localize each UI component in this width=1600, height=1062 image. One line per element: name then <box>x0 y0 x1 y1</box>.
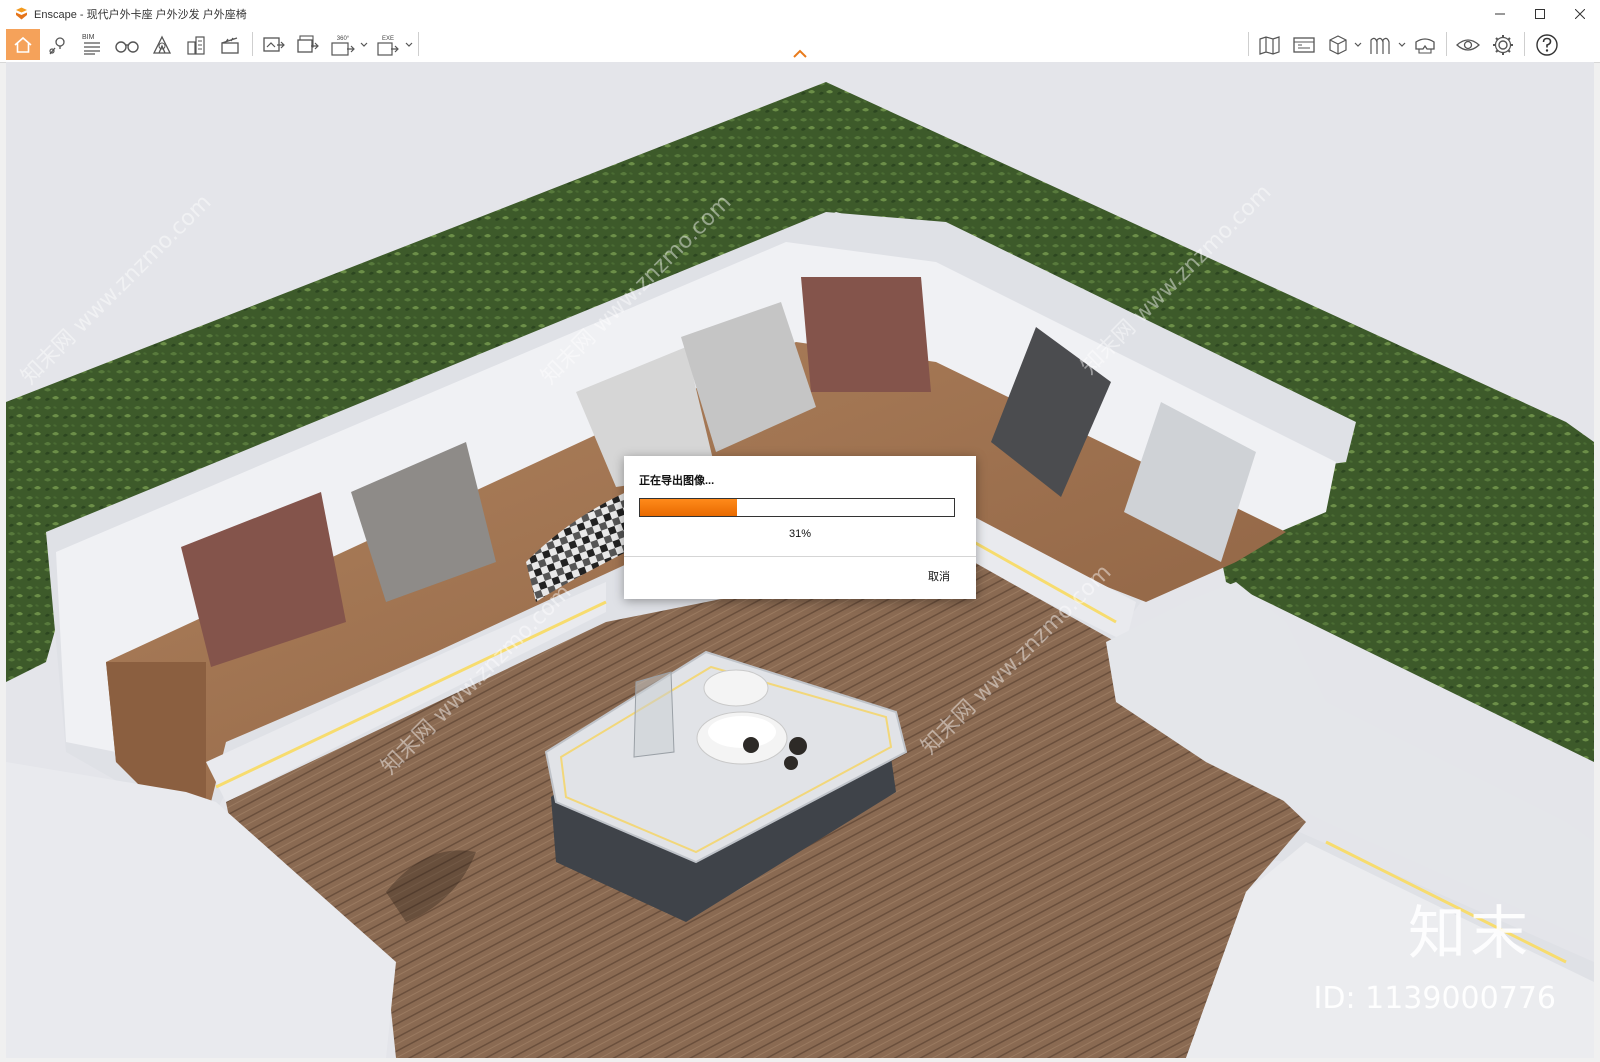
eye-icon <box>1456 38 1480 51</box>
settings-gear-icon <box>1493 34 1513 55</box>
toolbar-divider <box>1524 32 1525 56</box>
visibility-button[interactable] <box>1452 29 1484 60</box>
screenshot-export-icon <box>263 36 285 52</box>
material-icon <box>1370 37 1390 54</box>
location-pin-icon <box>49 36 65 54</box>
enscape-window: Enscape - 现代户外卡座 户外沙发 户外座椅 BIM 360° EXE … <box>0 0 1600 1062</box>
toolbar-divider <box>252 32 253 56</box>
minimize-icon <box>1495 13 1505 14</box>
title-bar: Enscape - 现代户外卡座 户外沙发 户外座椅 <box>0 0 1600 27</box>
progress-percent: 31% <box>788 528 812 540</box>
exe-export-button[interactable]: EXE <box>374 29 402 60</box>
batch-export-button[interactable] <box>294 29 322 60</box>
panorama-export-icon <box>331 41 355 56</box>
watermark-id: ID: 1139000776 <box>1313 981 1556 1016</box>
toolbar-divider <box>1248 32 1249 56</box>
asset-library-button[interactable] <box>1290 29 1318 60</box>
binoculars-icon <box>115 40 139 53</box>
bim-label: BIM <box>82 34 95 41</box>
home-button[interactable] <box>6 29 40 60</box>
minimize-button[interactable] <box>1480 0 1520 27</box>
bim-icon <box>84 42 100 55</box>
maximize-icon <box>1535 8 1545 19</box>
exe-export-icon <box>377 41 399 56</box>
watermark-logo: 知末 <box>1407 899 1532 967</box>
cube-view-button[interactable] <box>1324 29 1352 60</box>
window-title: Enscape - 现代户外卡座 户外沙发 户外座椅 <box>34 8 247 21</box>
export-progress-dialog: 正在导出图像... 31% 取消 <box>624 456 976 599</box>
chevron-up-icon[interactable] <box>793 49 807 58</box>
close-icon <box>1575 8 1585 19</box>
help-icon <box>1536 33 1558 56</box>
batch-export-icon <box>297 34 319 53</box>
clapperboard-icon <box>221 36 239 54</box>
dialog-title: 正在导出图像... <box>639 475 715 487</box>
progress-fill <box>640 499 738 516</box>
panorama-dropdown-icon[interactable] <box>360 41 368 49</box>
bim-button[interactable]: BIM <box>78 29 106 60</box>
dialog-divider <box>624 556 976 557</box>
tent-icon <box>152 35 172 54</box>
material-dropdown-icon[interactable] <box>1398 41 1406 49</box>
enscape-toolbar: BIM 360° EXE <box>0 27 1600 63</box>
buildings-button[interactable] <box>182 29 210 60</box>
settings-button[interactable] <box>1488 29 1518 60</box>
enscape-logo-icon <box>14 7 28 21</box>
close-button[interactable] <box>1560 0 1600 27</box>
progress-bar <box>639 498 955 517</box>
binoculars-button[interactable] <box>112 29 142 60</box>
exe-dropdown-icon[interactable] <box>405 41 413 49</box>
home-icon <box>14 36 32 53</box>
screenshot-export-button[interactable] <box>260 29 288 60</box>
material-button[interactable] <box>1366 29 1396 60</box>
buildings-icon <box>187 35 205 55</box>
vr-headset-icon <box>1415 37 1435 54</box>
tent-button[interactable] <box>148 29 176 60</box>
cube-view-icon <box>1329 34 1347 55</box>
cube-view-dropdown-icon[interactable] <box>1354 41 1362 49</box>
vr-headset-button[interactable] <box>1410 29 1440 60</box>
cancel-button[interactable]: 取消 <box>928 568 950 584</box>
clapperboard-button[interactable] <box>216 29 244 60</box>
toolbar-divider <box>418 32 419 56</box>
location-button[interactable] <box>44 29 72 60</box>
map-button[interactable] <box>1256 29 1284 60</box>
maximize-button[interactable] <box>1520 0 1560 27</box>
toolbar-divider <box>1446 32 1447 56</box>
help-button[interactable] <box>1530 29 1564 60</box>
map-icon <box>1259 35 1280 55</box>
asset-library-icon <box>1293 36 1315 53</box>
panorama-export-button[interactable]: 360° <box>328 29 358 60</box>
